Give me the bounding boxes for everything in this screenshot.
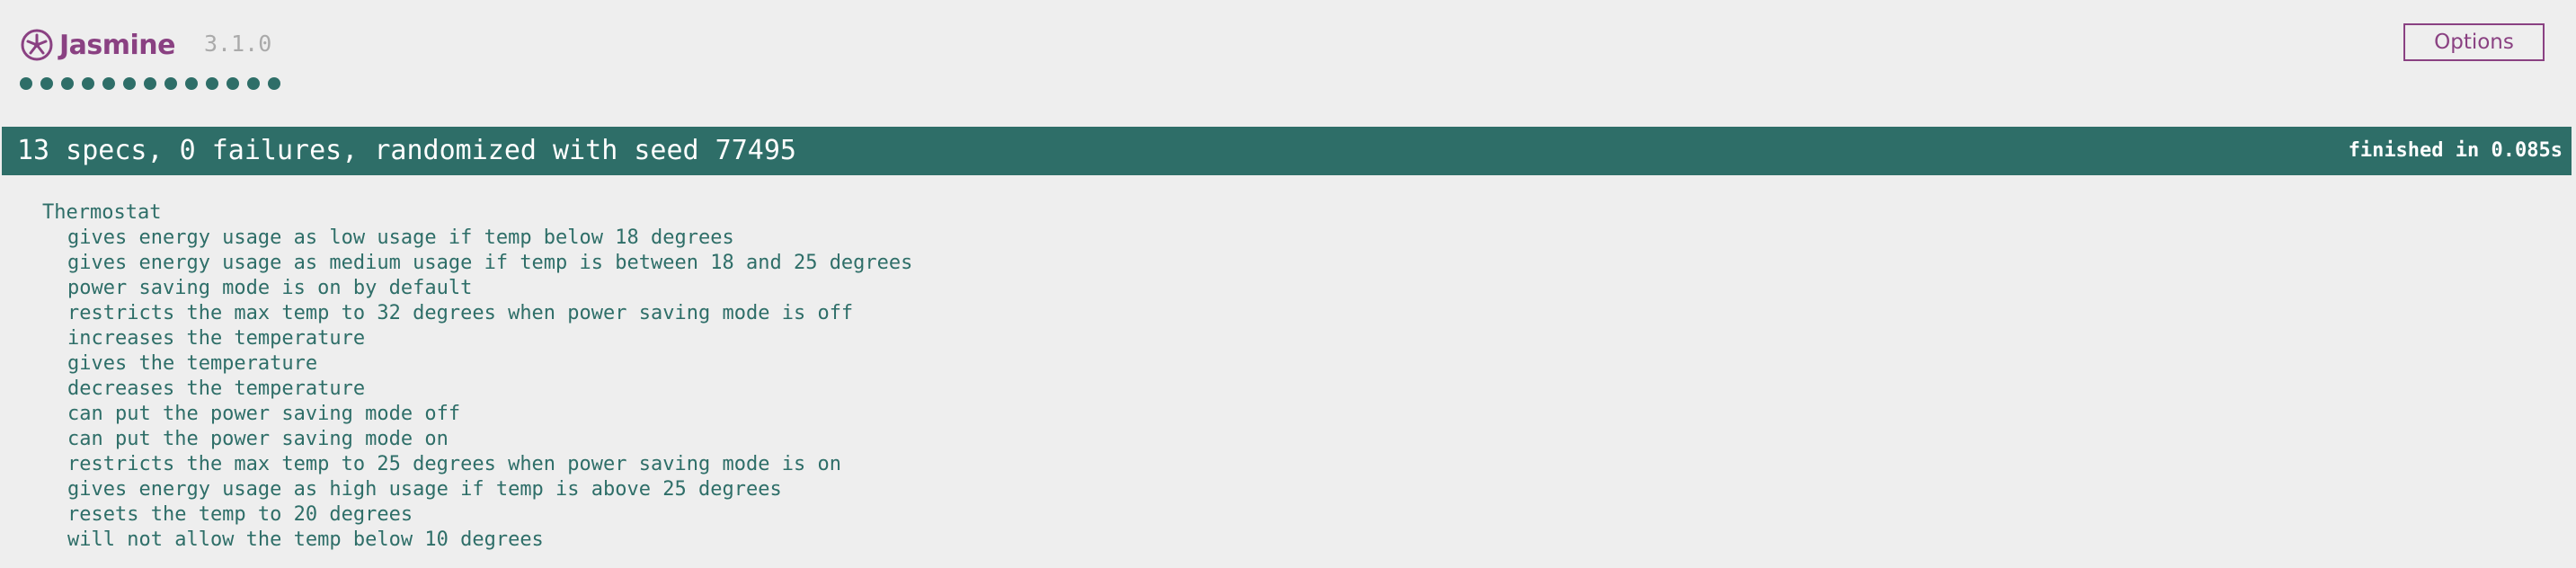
spec-item[interactable]: gives energy usage as medium usage if te…	[42, 251, 912, 276]
spec-item[interactable]: gives energy usage as high usage if temp…	[42, 477, 912, 502]
jasmine-logo[interactable]: Jasmine	[20, 25, 176, 65]
options-button[interactable]: Options	[2403, 23, 2545, 61]
duration-text: finished in 0.085s	[2348, 139, 2563, 162]
spec-item[interactable]: restricts the max temp to 32 degrees whe…	[42, 301, 912, 326]
spec-passed-dot[interactable]	[268, 77, 280, 90]
spec-passed-dot[interactable]	[247, 77, 260, 90]
spec-passed-dot[interactable]	[123, 77, 136, 90]
spec-list: gives energy usage as low usage if temp …	[42, 226, 912, 553]
jasmine-flower-icon	[20, 28, 54, 62]
spec-item[interactable]: gives energy usage as low usage if temp …	[42, 226, 912, 251]
spec-item[interactable]: can put the power saving mode off	[42, 402, 912, 427]
spec-passed-dot[interactable]	[206, 77, 218, 90]
results-summary: Thermostat gives energy usage as low usa…	[42, 200, 912, 553]
spec-passed-dot[interactable]	[144, 77, 156, 90]
spec-passed-dot[interactable]	[61, 77, 74, 90]
spec-passed-dot[interactable]	[82, 77, 94, 90]
spec-item[interactable]: resets the temp to 20 degrees	[42, 502, 912, 528]
jasmine-banner: Jasmine 3.1.0 Options	[0, 0, 2576, 126]
spec-item[interactable]: can put the power saving mode on	[42, 427, 912, 452]
jasmine-version: 3.1.0	[204, 31, 272, 57]
spec-item[interactable]: restricts the max temp to 25 degrees whe…	[42, 452, 912, 477]
suite-title[interactable]: Thermostat	[42, 200, 912, 226]
symbol-summary	[20, 77, 280, 90]
spec-passed-dot[interactable]	[102, 77, 115, 90]
spec-item[interactable]: increases the temperature	[42, 326, 912, 351]
spec-item[interactable]: decreases the temperature	[42, 377, 912, 402]
spec-item[interactable]: gives the temperature	[42, 351, 912, 377]
spec-passed-dot[interactable]	[227, 77, 239, 90]
overall-result-text: 13 specs, 0 failures, randomized with se…	[17, 135, 796, 166]
spec-passed-dot[interactable]	[164, 77, 177, 90]
logo-text: Jasmine	[59, 29, 176, 61]
spec-item[interactable]: will not allow the temp below 10 degrees	[42, 528, 912, 553]
spec-passed-dot[interactable]	[40, 77, 53, 90]
spec-passed-dot[interactable]	[185, 77, 198, 90]
spec-item[interactable]: power saving mode is on by default	[42, 276, 912, 301]
spec-passed-dot[interactable]	[20, 77, 32, 90]
overall-result-bar: 13 specs, 0 failures, randomized with se…	[2, 127, 2572, 175]
